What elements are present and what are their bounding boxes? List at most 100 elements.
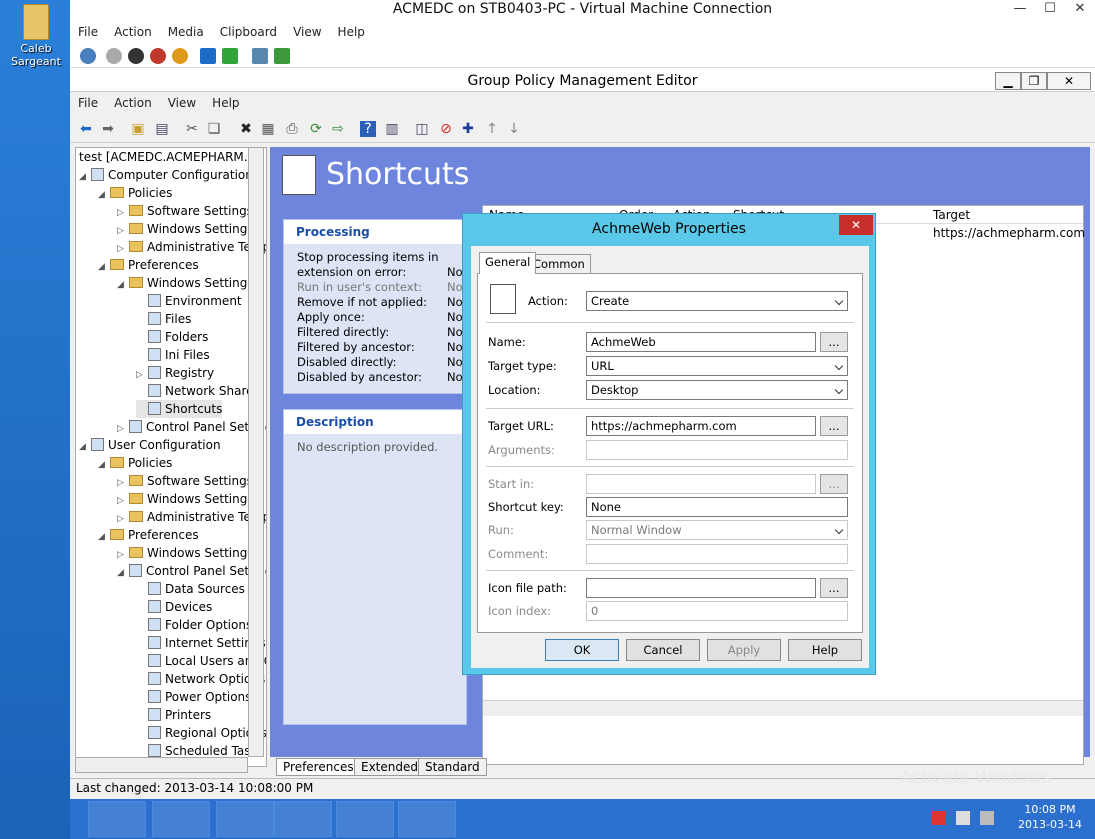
tree-item[interactable]: Folders (136, 328, 208, 346)
copy-icon[interactable]: ❏ (206, 121, 222, 137)
run-select[interactable]: Normal Window (586, 520, 848, 540)
tree-item[interactable]: ▷ Administrative Temp (117, 238, 266, 256)
tree-item[interactable]: ◢ User Configuration (79, 436, 221, 454)
action-select[interactable]: Create (586, 291, 848, 311)
tree-item[interactable]: Network Shares (136, 382, 260, 400)
icon-path-browse-button[interactable]: ... (820, 578, 848, 598)
new-item-icon[interactable]: ◫ (414, 121, 430, 137)
list-horizontal-scrollbar[interactable] (483, 700, 1083, 716)
properties-icon[interactable]: ▦ (260, 121, 276, 137)
expand-arrow-icon[interactable]: ◢ (117, 564, 127, 582)
vm-menu-view[interactable]: View (285, 22, 329, 42)
start-in-input[interactable] (586, 474, 816, 494)
delete-icon[interactable]: ✖ (238, 121, 254, 137)
icon-index-input[interactable]: 0 (586, 601, 848, 621)
gpme-restore-icon[interactable]: ❐ (1021, 72, 1047, 90)
minimize-icon[interactable]: — (1005, 0, 1035, 20)
ctrl-alt-del-icon[interactable] (80, 48, 96, 64)
target-type-select[interactable]: URL (586, 356, 848, 376)
start-icon[interactable] (106, 48, 122, 64)
server-manager-icon[interactable] (88, 801, 146, 837)
add-icon[interactable]: ✚ (460, 121, 476, 137)
tree-item[interactable]: ◢ Preferences (98, 256, 199, 274)
save-state-icon[interactable] (172, 48, 188, 64)
gpme-menu-action[interactable]: Action (106, 93, 160, 113)
tree-item[interactable]: ◢ Computer Configuration (79, 166, 253, 184)
tree-item[interactable]: ▷ Software Settings (117, 202, 253, 220)
gpme-menu-file[interactable]: File (70, 93, 106, 113)
up-folder-icon[interactable]: ▣ (130, 121, 146, 137)
description-header[interactable]: Description (284, 410, 466, 434)
show-hide-tree-icon[interactable]: ▤ (154, 121, 170, 137)
pause-icon[interactable] (200, 48, 216, 64)
tree-item[interactable]: Folder Options (136, 616, 252, 634)
tree-item[interactable]: Environment (136, 292, 242, 310)
tree-item[interactable]: Internet Settings (136, 634, 266, 652)
target-url-browse-button[interactable]: ... (820, 416, 848, 436)
tree-item[interactable]: ◢ Preferences (98, 526, 199, 544)
export-icon[interactable]: ⇨ (330, 121, 346, 137)
expand-arrow-icon[interactable]: ◢ (98, 528, 108, 546)
file-explorer-icon[interactable] (216, 801, 274, 837)
view-icon[interactable]: ▥ (384, 121, 400, 137)
expand-arrow-icon[interactable]: ◢ (117, 276, 127, 294)
flag-icon[interactable] (932, 811, 946, 825)
tab-extended[interactable]: Extended (354, 758, 425, 776)
list-row-target[interactable]: https://achmepharm.com (933, 226, 1085, 240)
revert-icon[interactable] (274, 48, 290, 64)
tab-standard[interactable]: Standard (418, 758, 487, 776)
vm-menu-clipboard[interactable]: Clipboard (212, 22, 285, 42)
gpme-minimize-icon[interactable]: ▁ (995, 72, 1021, 90)
apply-button[interactable]: Apply (707, 639, 781, 661)
tree-item[interactable]: Devices (136, 598, 212, 616)
tree-item[interactable]: Data Sources (136, 580, 245, 598)
tree-vertical-scrollbar[interactable] (248, 147, 264, 757)
close-icon[interactable]: ✕ (1065, 0, 1095, 20)
expand-arrow-icon[interactable]: ◢ (98, 456, 108, 474)
vm-menu-help[interactable]: Help (330, 22, 373, 42)
desktop-folder-shortcut[interactable]: Caleb Sargeant (8, 4, 64, 68)
gpmc-icon[interactable] (274, 801, 332, 837)
tree-root[interactable]: test [ACMEDC.ACMEPHARM.C0 (79, 148, 264, 166)
processing-header[interactable]: Processing (284, 220, 466, 244)
vm-menu-file[interactable]: File (70, 22, 106, 42)
powershell-icon[interactable] (152, 801, 210, 837)
speaker-icon[interactable] (980, 811, 994, 825)
tree-item[interactable]: ◢ Policies (98, 454, 172, 472)
tree-item[interactable]: Printers (136, 706, 211, 724)
maximize-icon[interactable]: ☐ (1035, 0, 1065, 20)
expand-arrow-icon[interactable]: ◢ (79, 438, 89, 456)
start-in-browse-button[interactable]: ... (820, 474, 848, 494)
tree-item[interactable]: ▷ Windows Settings (117, 544, 254, 562)
expand-arrow-icon[interactable]: ◢ (98, 186, 108, 204)
tree-item[interactable]: Files (136, 310, 191, 328)
move-up-icon[interactable]: ↑ (484, 121, 500, 137)
tree-item[interactable]: ▷ Control Panel Setting (117, 418, 266, 436)
vm-menu-action[interactable]: Action (106, 22, 160, 42)
tab-preferences[interactable]: Preferences (276, 758, 361, 776)
col-target[interactable]: Target (933, 208, 970, 222)
clock[interactable]: 10:08 PM 2013-03-14 (1010, 802, 1090, 832)
gpme-task-icon[interactable] (336, 801, 394, 837)
name-browse-button[interactable]: ... (820, 332, 848, 352)
snapshot-icon[interactable] (252, 48, 268, 64)
gpme-menu-help[interactable]: Help (204, 93, 247, 113)
help-button[interactable]: Help (788, 639, 862, 661)
tree-item[interactable]: Shortcuts (136, 400, 223, 418)
tree-item[interactable]: ▷ Windows Settings (117, 490, 254, 508)
dialog-close-icon[interactable]: ✕ (839, 215, 873, 235)
help-icon[interactable]: ? (360, 121, 376, 137)
name-input[interactable]: AchmeWeb (586, 332, 816, 352)
arguments-input[interactable] (586, 440, 848, 460)
tree-horizontal-scrollbar[interactable] (75, 757, 248, 773)
gpme-menu-view[interactable]: View (160, 93, 204, 113)
turn-off-icon[interactable] (128, 48, 144, 64)
target-url-input[interactable]: https://achmepharm.com (586, 416, 816, 436)
tab-general[interactable]: General (479, 252, 537, 274)
location-select[interactable]: Desktop (586, 380, 848, 400)
tree-item[interactable]: ◢ Control Panel Setting (117, 562, 266, 582)
expand-arrow-icon[interactable]: ◢ (98, 258, 108, 276)
tree-item[interactable]: ▷ Registry (136, 364, 214, 382)
gpme-close-icon[interactable]: ✕ (1047, 72, 1091, 90)
notepad-icon[interactable] (398, 801, 456, 837)
